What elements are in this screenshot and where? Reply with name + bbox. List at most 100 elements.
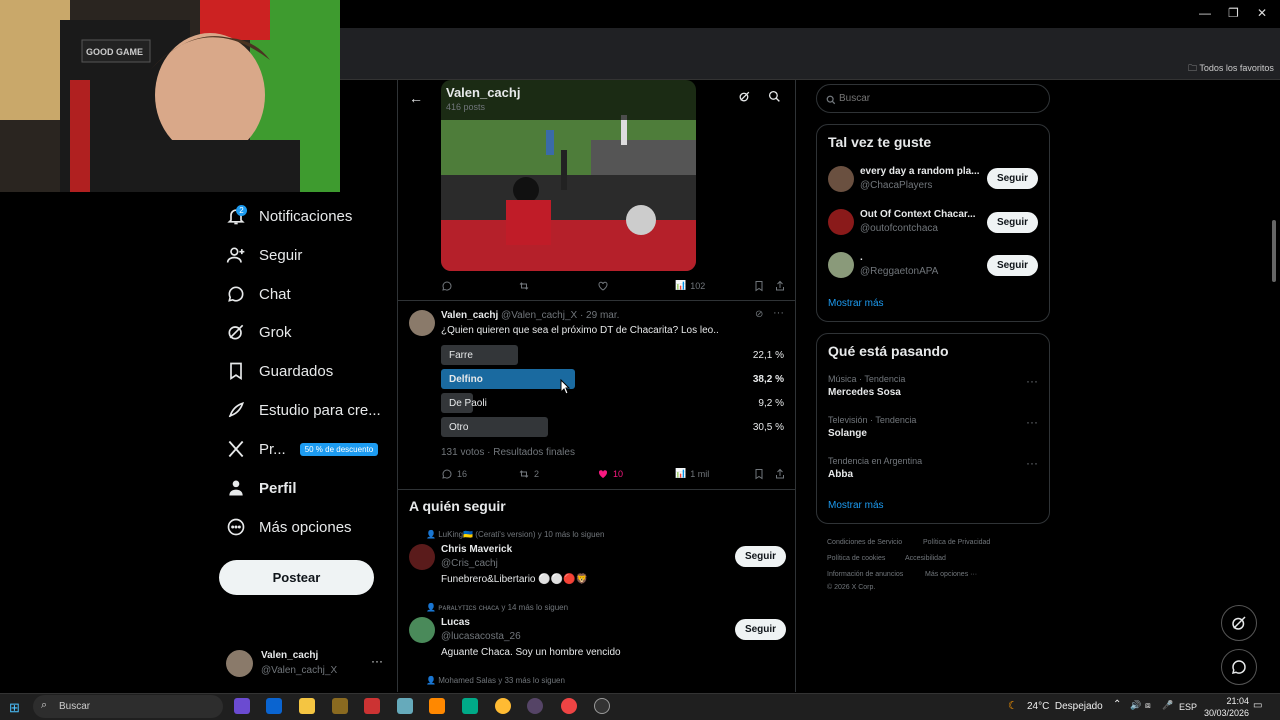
app-icon[interactable] (397, 698, 413, 714)
user-name[interactable]: Lucas (441, 617, 470, 628)
follow-button[interactable]: Seguir (735, 546, 786, 567)
grok-icon[interactable] (738, 90, 751, 106)
nav-creator-studio[interactable]: Estudio para cre... (226, 395, 381, 425)
user-name[interactable]: Out Of Context Chacar... (860, 209, 976, 220)
chat-fab[interactable] (1221, 649, 1257, 685)
post-author[interactable]: Valen_cachj (441, 310, 498, 321)
clock-time[interactable]: 21:04 (1203, 696, 1249, 706)
trend-name[interactable]: Abba (828, 469, 853, 480)
address-bar[interactable]: ⧉ ☆ ⧠ ⋮ (340, 28, 1280, 78)
mic-icon[interactable]: 🎤 (1162, 700, 1173, 711)
avatar[interactable] (409, 544, 435, 570)
search-input[interactable] (839, 90, 1039, 107)
share-button[interactable] (774, 468, 786, 480)
account-switcher[interactable]: Valen_cachj @Valen_cachj_X ··· (226, 648, 386, 680)
avatar[interactable] (828, 252, 854, 278)
back-arrow-icon[interactable]: ← (409, 90, 423, 106)
network-icon[interactable]: ⧈ (1145, 700, 1151, 711)
footer-link[interactable]: Política de Privacidad (923, 539, 990, 546)
weather-text[interactable]: 24°C Despejado (1027, 701, 1103, 712)
follow-button[interactable]: Seguir (987, 168, 1038, 189)
trend-more-icon[interactable]: ··· (1026, 374, 1038, 388)
account-more-icon[interactable]: ··· (371, 654, 383, 668)
obs-icon[interactable] (527, 698, 543, 714)
grok-icon[interactable]: ⊘ (755, 309, 763, 320)
user-handle[interactable]: @ReggaetonAPA (860, 266, 938, 277)
avatar[interactable] (828, 209, 854, 235)
windows-start-icon[interactable]: ⊞ (9, 700, 20, 716)
search-box[interactable] (816, 84, 1050, 113)
user-name[interactable]: every day a random pla... (860, 166, 980, 177)
nav-profile[interactable]: Perfil (226, 473, 297, 503)
trend-name[interactable]: Solange (828, 428, 867, 439)
bookmarks-folder[interactable]: 🗀 Todos los favoritos (1188, 61, 1274, 77)
vlc-icon[interactable] (429, 698, 445, 714)
close-icon[interactable]: ✕ (1257, 6, 1267, 20)
nav-notifications[interactable]: Notificaciones 2 (226, 201, 352, 231)
clock-date[interactable]: 30/03/2026 (1199, 708, 1249, 718)
nav-follow[interactable]: Seguir (226, 240, 302, 270)
share-button[interactable] (774, 280, 786, 292)
chrome-profile-icon[interactable] (561, 698, 577, 714)
footer-link[interactable]: Accesibilidad (905, 555, 946, 562)
scrollbar-thumb[interactable] (1272, 220, 1276, 282)
views-count[interactable]: 📊 1 mil (675, 468, 709, 479)
follow-button[interactable]: Seguir (987, 255, 1038, 276)
trend-more-icon[interactable]: ··· (1026, 456, 1038, 470)
search-icon[interactable] (768, 90, 781, 108)
copilot-icon[interactable] (234, 698, 250, 714)
post-button[interactable]: Postear (219, 560, 374, 595)
edge-icon[interactable] (462, 698, 478, 714)
nav-bookmarks[interactable]: Guardados (226, 356, 333, 386)
show-more-link[interactable]: Mostrar más (828, 500, 884, 511)
nav-chat[interactable]: Chat (226, 279, 291, 309)
app-icon[interactable] (594, 698, 610, 714)
user-handle[interactable]: @ChacaPlayers (860, 180, 932, 191)
notification-center-icon[interactable]: ▭ (1253, 700, 1262, 711)
user-handle[interactable]: @Cris_cachj (441, 558, 498, 569)
avatar[interactable] (409, 617, 435, 643)
like-button[interactable] (597, 280, 609, 292)
nav-premium[interactable]: Pr... 50 % de descuento (226, 434, 379, 464)
minimize-icon[interactable]: — (1199, 6, 1211, 20)
tray-chevron-icon[interactable]: ⌃ (1113, 699, 1121, 710)
app-icon[interactable] (364, 698, 380, 714)
repost-button[interactable] (518, 280, 530, 292)
minecraft-icon[interactable] (332, 698, 348, 714)
volume-icon[interactable]: 🔊 (1130, 700, 1141, 711)
file-explorer-icon[interactable] (299, 698, 315, 714)
footer-link[interactable]: Información de anuncios (827, 571, 903, 578)
views-count[interactable]: 📊 102 (675, 280, 705, 291)
chrome-icon[interactable] (495, 698, 511, 714)
footer-link[interactable]: Condiciones de Servicio (827, 539, 902, 546)
more-icon[interactable]: ··· (773, 307, 784, 319)
user-name[interactable]: . (860, 252, 863, 263)
avatar[interactable] (409, 310, 435, 336)
restore-icon[interactable]: ❐ (1228, 6, 1239, 20)
outlook-icon[interactable] (266, 698, 282, 714)
user-handle[interactable]: @lucasacosta_26 (441, 631, 521, 642)
footer-link[interactable]: Más opciones ··· (925, 571, 977, 578)
bookmark-button[interactable] (753, 468, 765, 480)
user-name[interactable]: Chris Maverick (441, 544, 512, 555)
reply-button[interactable]: 16 (441, 468, 467, 480)
language-indicator[interactable]: ESP (1179, 702, 1197, 712)
nav-more-options[interactable]: Más opciones (226, 512, 352, 542)
taskbar-search[interactable]: ⌕ Buscar (33, 695, 223, 718)
grok-fab[interactable] (1221, 605, 1257, 641)
repost-button[interactable]: 2 (518, 468, 539, 480)
show-more-link[interactable]: Mostrar más (828, 298, 884, 309)
nav-grok[interactable]: Grok (226, 317, 292, 347)
user-handle[interactable]: @outofcontchaca (860, 223, 938, 234)
footer-link[interactable]: Política de cookies (827, 555, 885, 562)
trend-name[interactable]: Mercedes Sosa (828, 387, 901, 398)
trend-more-icon[interactable]: ··· (1026, 415, 1038, 429)
post-handle[interactable]: @Valen_cachj_X (501, 310, 577, 321)
reply-button[interactable] (441, 280, 453, 292)
avatar[interactable] (828, 166, 854, 192)
post-date[interactable]: · 29 mar. (580, 310, 619, 321)
bookmark-button[interactable] (753, 280, 765, 292)
follow-button[interactable]: Seguir (987, 212, 1038, 233)
follow-button[interactable]: Seguir (735, 619, 786, 640)
like-button[interactable]: 10 (597, 468, 623, 480)
